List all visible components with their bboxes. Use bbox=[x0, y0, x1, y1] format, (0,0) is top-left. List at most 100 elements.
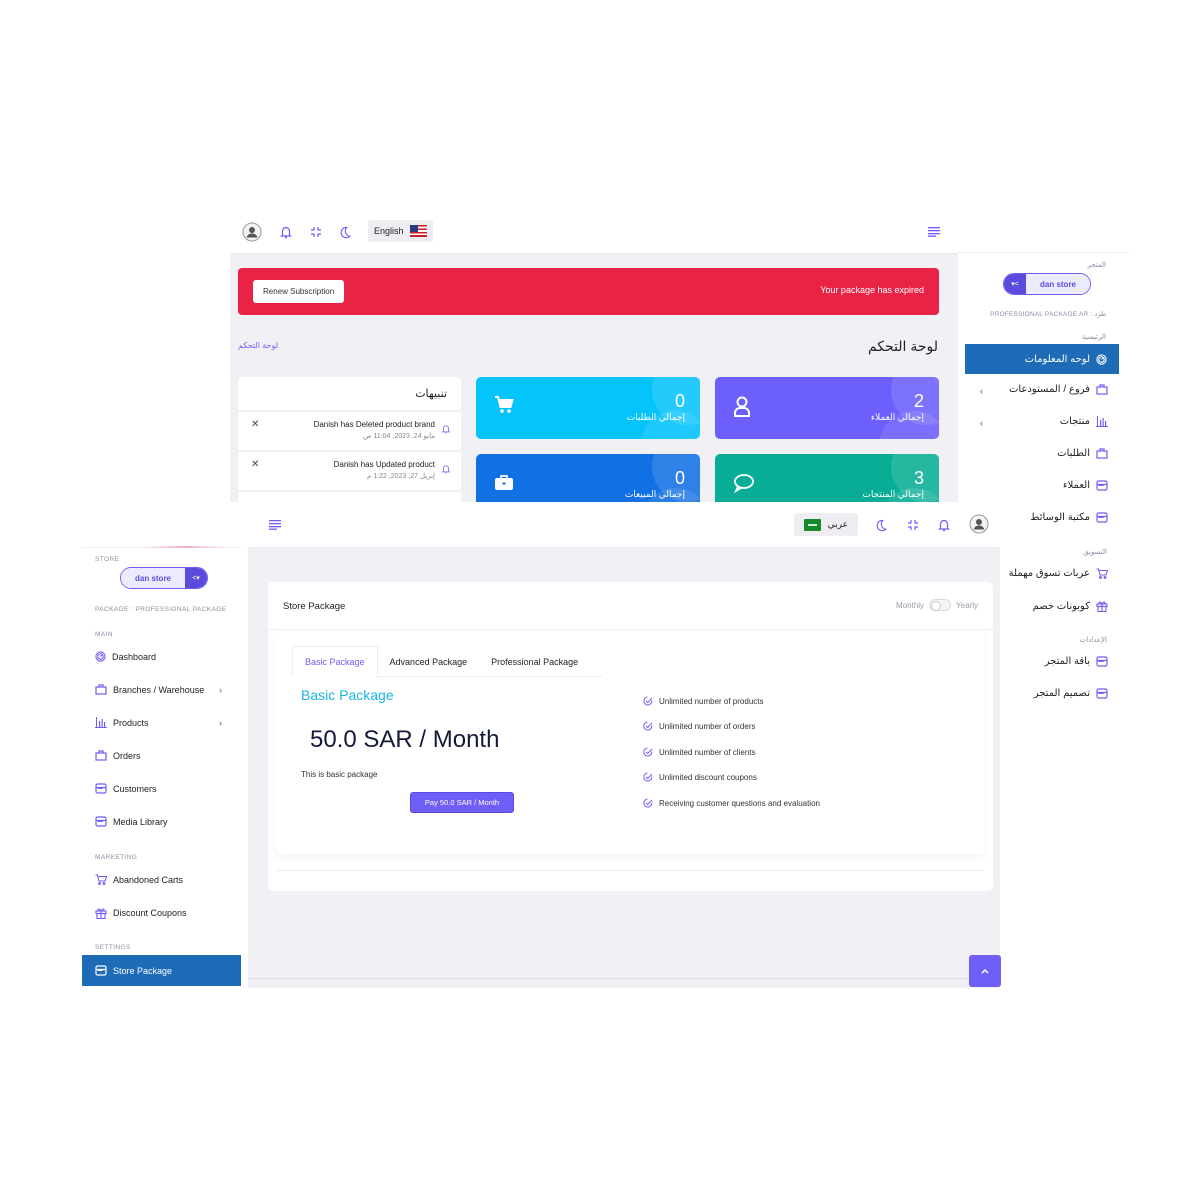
chevron-left-icon[interactable]: ‹ bbox=[980, 418, 983, 428]
notification-text: Danish has Deleted product brand bbox=[313, 420, 435, 429]
check-circle-icon bbox=[643, 696, 653, 706]
sidebar-item-label: Dashboard bbox=[112, 651, 157, 662]
tab-professional-package[interactable]: Professional Package bbox=[479, 646, 590, 677]
card-header: Store Package Monthly Yearly bbox=[268, 582, 993, 630]
renew-subscription-button[interactable]: Renew Subscription bbox=[253, 280, 345, 303]
sidebar-item-store-package-ar[interactable]: باقة المتجر bbox=[1045, 656, 1108, 667]
sidebar-item-label: باقة المتجر bbox=[1044, 656, 1090, 667]
sidebar-item-customers-ar[interactable]: العملاء bbox=[1063, 480, 1108, 491]
notification-item bbox=[238, 490, 461, 502]
feature-item: Unlimited number of products bbox=[643, 696, 764, 706]
tab-basic-package[interactable]: Basic Package bbox=[292, 646, 378, 677]
page-title: لوحة التحكم bbox=[867, 338, 938, 354]
check-circle-icon bbox=[643, 798, 653, 808]
user-avatar-icon[interactable] bbox=[242, 222, 262, 242]
sidebar-item-customers[interactable]: Customers bbox=[95, 783, 157, 794]
monthly-label: Monthly bbox=[896, 600, 925, 610]
sidebar-item-products[interactable]: Products bbox=[95, 717, 149, 728]
sidebar-item-orders-ar[interactable]: الطلبات bbox=[1057, 448, 1108, 459]
card-divider bbox=[276, 870, 984, 871]
compress-icon[interactable] bbox=[306, 222, 326, 242]
feature-item: Receiving customer questions and evaluat… bbox=[643, 798, 820, 808]
store-icon bbox=[95, 783, 107, 794]
arabic-main-area: English Renew Subscription Your package … bbox=[230, 210, 958, 502]
sidebar-item-label: فروع / المستودعات bbox=[1008, 384, 1090, 395]
dismiss-icon[interactable]: ✕ bbox=[251, 419, 259, 430]
notification-text: Danish has Updated product bbox=[333, 460, 435, 469]
package-label: PACKAGE : PROFESSIONAL PACKAGE bbox=[95, 606, 227, 613]
bag-icon bbox=[95, 750, 107, 761]
sidebar-item-media-library[interactable]: Media Library bbox=[95, 816, 168, 827]
store-selector[interactable]: dan store <▾ bbox=[120, 567, 209, 589]
english-main-area: عربي Store Package Monthly Yearly Basic … bbox=[248, 502, 1000, 988]
sidebar-item-label: Branches / Warehouse bbox=[113, 684, 205, 695]
bell-icon[interactable] bbox=[276, 222, 296, 242]
package-tabs: Basic Package Advanced Package Professio… bbox=[292, 646, 602, 677]
stat-card-sales[interactable]: 0 إجمالي المبيعات bbox=[476, 454, 700, 502]
tab-advanced-package[interactable]: Advanced Package bbox=[378, 646, 480, 677]
user-avatar-icon[interactable] bbox=[969, 514, 989, 534]
chart-icon bbox=[1096, 416, 1108, 427]
flag-us-icon bbox=[409, 225, 427, 237]
sidebar-item-label: Discount Coupons bbox=[113, 908, 187, 918]
sidebar-item-orders[interactable]: Orders bbox=[95, 750, 141, 761]
sidebar-item-branches[interactable]: Branches / Warehouse bbox=[95, 684, 204, 695]
sidebar-item-store-package[interactable]: Store Package bbox=[82, 955, 241, 986]
stat-card-products[interactable]: 3 إجمالي المنتجات bbox=[715, 454, 939, 502]
feature-text: Unlimited number of products bbox=[659, 696, 764, 706]
sidebar-item-branches-ar[interactable]: فروع / المستودعات bbox=[1009, 384, 1108, 395]
sidebar-item-abandoned-carts[interactable]: Abandoned Carts bbox=[95, 874, 183, 885]
chevron-right-icon[interactable]: › bbox=[219, 685, 222, 695]
section-label-marketing: التسويق bbox=[1083, 549, 1107, 556]
compress-icon[interactable] bbox=[903, 515, 923, 535]
language-switcher[interactable]: English bbox=[368, 220, 433, 242]
scroll-to-top-button[interactable] bbox=[969, 955, 1001, 987]
cart-icon bbox=[1096, 568, 1108, 579]
pay-button[interactable]: Pay 50.0 SAR / Month bbox=[410, 792, 514, 813]
menu-icon[interactable] bbox=[924, 222, 944, 242]
sidebar-item-media-ar[interactable]: مكتبة الوسائط bbox=[1030, 512, 1108, 523]
chat-icon bbox=[733, 473, 755, 493]
stat-card-customers[interactable]: 2 إجمالي العملاء bbox=[715, 377, 939, 439]
language-switcher[interactable]: عربي bbox=[794, 513, 858, 536]
menu-icon[interactable] bbox=[265, 515, 285, 535]
check-circle-icon bbox=[643, 747, 653, 757]
sidebar-item-label: Customers bbox=[113, 783, 157, 794]
sidebar-item-label: عربات تسوق مهملة bbox=[1008, 568, 1090, 579]
sidebar-item-dashboard[interactable]: Dashboard bbox=[95, 651, 156, 662]
bag-icon bbox=[1096, 448, 1108, 459]
footer-divider bbox=[248, 978, 968, 979]
yearly-label: Yearly bbox=[956, 600, 978, 610]
feature-item: Unlimited discount coupons bbox=[643, 772, 757, 782]
check-circle-icon bbox=[643, 721, 653, 731]
breadcrumb[interactable]: لوحة التحكم bbox=[238, 341, 278, 350]
sidebar-item-label: Abandoned Carts bbox=[113, 874, 184, 885]
language-label: English bbox=[374, 226, 404, 236]
chevron-right-icon[interactable]: › bbox=[219, 718, 222, 728]
moon-icon[interactable] bbox=[872, 515, 892, 535]
sidebar-item-label: العملاء bbox=[1062, 480, 1090, 491]
notifications-panel: تنبيهات ✕ Danish has Deleted product bra… bbox=[238, 377, 461, 502]
language-label: عربي bbox=[827, 519, 848, 529]
moon-icon[interactable] bbox=[336, 222, 356, 242]
sidebar-item-coupons-ar[interactable]: كوبونات خصم bbox=[1033, 600, 1108, 612]
bell-icon[interactable] bbox=[934, 515, 954, 535]
sidebar-item-products-ar[interactable]: منتجات bbox=[1060, 416, 1108, 427]
stat-card-orders[interactable]: 0 إجمالي الطلبات bbox=[476, 377, 700, 439]
cart-icon bbox=[494, 396, 514, 414]
share-dropdown-icon[interactable]: <▾ bbox=[185, 568, 208, 588]
package-expired-alert: Renew Subscription Your package has expi… bbox=[238, 268, 939, 315]
section-label-settings: الإعدادات bbox=[1079, 637, 1107, 644]
store-icon bbox=[1096, 656, 1108, 667]
english-store-package-screenshot: STORE dan store <▾ PACKAGE : PROFESSIONA… bbox=[82, 502, 1002, 988]
chevron-left-icon[interactable]: ‹ bbox=[980, 386, 983, 396]
billing-toggle-switch[interactable] bbox=[929, 599, 952, 611]
stat-label: إجمالي المبيعات bbox=[624, 489, 685, 499]
dismiss-icon[interactable]: ✕ bbox=[251, 459, 259, 470]
sidebar-item-discount-coupons[interactable]: Discount Coupons bbox=[95, 907, 187, 919]
sidebar-item-label: Products bbox=[113, 717, 149, 728]
english-topbar: عربي bbox=[248, 502, 1000, 548]
sidebar-item-store-design-ar[interactable]: تصميم المتجر bbox=[1034, 688, 1108, 699]
section-label-settings: SETTINGS bbox=[95, 944, 131, 951]
sidebar-item-abandoned-carts-ar[interactable]: عربات تسوق مهملة bbox=[1009, 568, 1108, 579]
